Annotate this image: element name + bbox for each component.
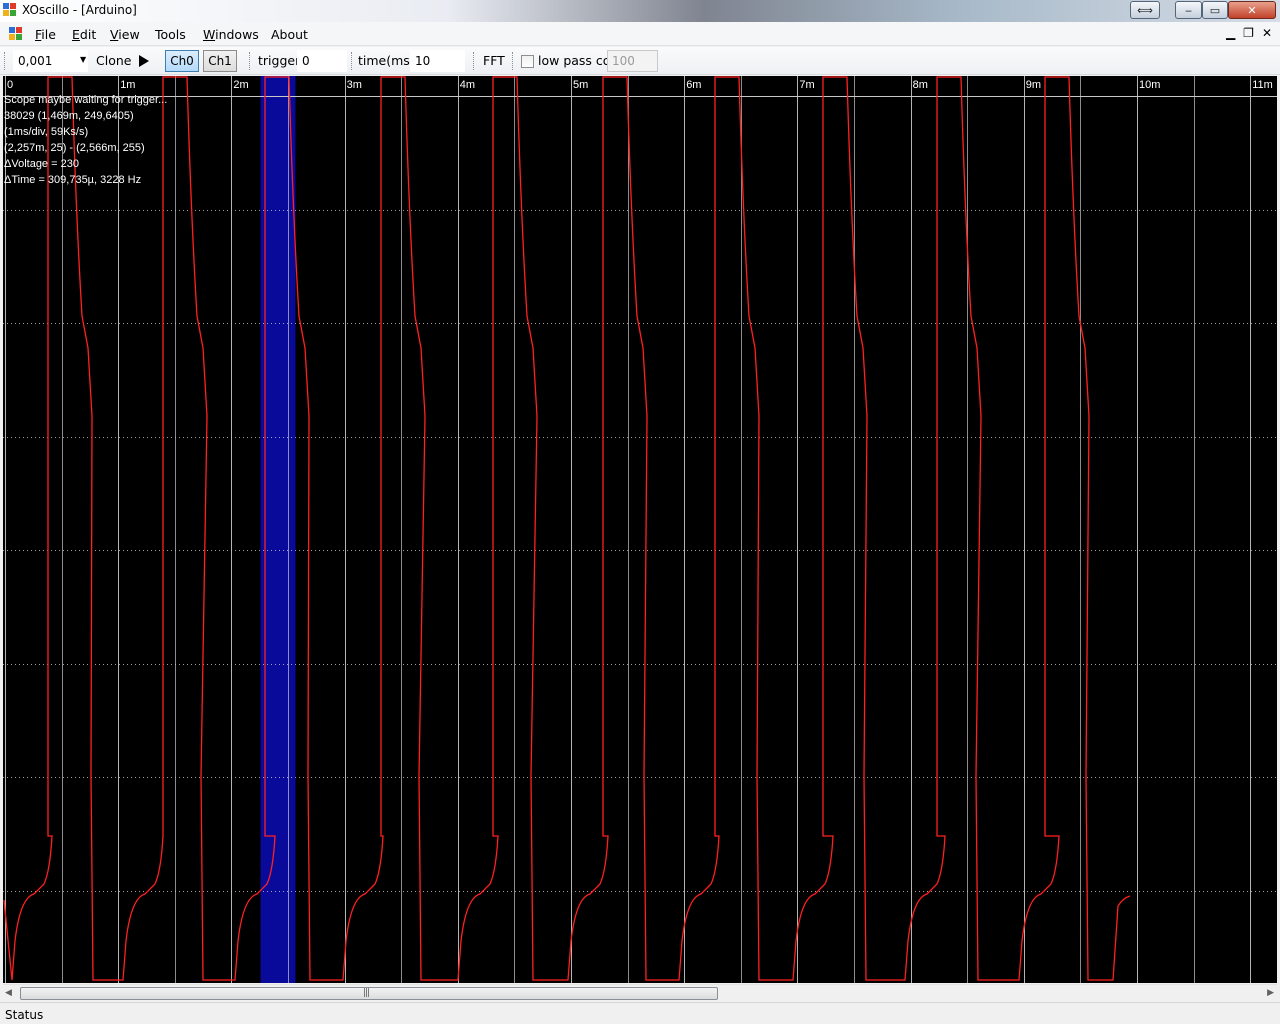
scope-plot[interactable]: 0 1m 2m 3m 4m 5m 6m 7m 8m 9m 10m 11m (3, 76, 1277, 983)
time-tick-label: 8m (913, 79, 928, 91)
menu-edit[interactable]: Edit (72, 27, 96, 42)
clone-button[interactable]: Clone (96, 53, 131, 68)
scope-display[interactable]: 0 1m 2m 3m 4m 5m 6m 7m 8m 9m 10m 11m Scope maybe wa… (3, 76, 1277, 983)
info-rate: (1ms/div, 59Ks/s) (4, 126, 89, 138)
scroll-right-icon[interactable]: ▶ (1267, 988, 1274, 998)
selection-band (260, 76, 296, 983)
time-label: time(ms) (358, 53, 415, 68)
lowpass-label: low pass cof (538, 53, 615, 68)
chevron-down-icon[interactable]: ▼ (80, 55, 86, 64)
menu-about[interactable]: About (271, 27, 308, 42)
scroll-left-icon[interactable]: ◀ (5, 988, 12, 998)
toolbar-separator (351, 52, 353, 70)
resize-icon[interactable]: ⟺ (1130, 1, 1160, 19)
time-tick-label: 4m (460, 79, 475, 91)
time-tick-label: 3m (347, 79, 362, 91)
trigger-label: trigger (258, 53, 301, 68)
ch0-button[interactable]: Ch0 (165, 50, 199, 72)
toolbar: 0,001 ▼ Clone Ch0 Ch1 trigger 0 time(ms)… (0, 47, 1280, 75)
mdi-minimize-icon[interactable]: ▁ (1226, 26, 1235, 40)
trigger-value: 0 (302, 54, 310, 68)
window-title: XOscillo - [Arduino] (22, 3, 137, 17)
app-window: XOscillo - [Arduino] ⟺ ‒ ▭ ✕ File Edit V… (0, 0, 1280, 1024)
app-icon (3, 3, 19, 19)
menu-tools[interactable]: Tools (155, 27, 186, 42)
toolbar-separator (473, 52, 475, 70)
mdi-controls: ▁ ❐ ✕ (1226, 26, 1272, 40)
info-range: (2,257m, 25) - (2,566m, 255) (4, 142, 145, 154)
ch1-button[interactable]: Ch1 (203, 50, 237, 72)
info-sample: 38029 (1,469m, 249,6405) (4, 110, 134, 122)
menu-view[interactable]: View (110, 27, 140, 42)
scope-info: Scope maybe waiting for trigger... 38029… (4, 92, 167, 188)
zoom-combo[interactable]: 0,001 (13, 50, 88, 72)
lowpass-input[interactable]: 100 (607, 50, 658, 72)
time-tick-label: 0 (7, 79, 13, 91)
fft-button[interactable]: FFT (483, 53, 505, 68)
trigger-input[interactable]: 0 (297, 50, 347, 72)
time-tick-label: 10m (1139, 79, 1160, 91)
lowpass-checkbox[interactable] (521, 55, 534, 68)
close-button[interactable]: ✕ (1228, 1, 1276, 19)
toolbar-separator (512, 52, 514, 70)
mdi-restore-icon[interactable]: ❐ (1243, 26, 1254, 40)
info-status: Scope maybe waiting for trigger... (4, 94, 168, 106)
menu-bar: File Edit View Tools Windows About ▁ ❐ ✕ (0, 22, 1280, 46)
menu-windows[interactable]: Windows (203, 27, 259, 42)
scroll-thumb[interactable]: ||| (20, 987, 718, 1000)
grip-icon: ||| (363, 988, 370, 998)
lowpass-value: 100 (612, 54, 635, 68)
time-tick-label: 9m (1026, 79, 1041, 91)
time-tick-label: 1m (120, 79, 135, 91)
zoom-value: 0,001 (18, 54, 53, 68)
title-bar[interactable]: XOscillo - [Arduino] ⟺ ‒ ▭ ✕ (0, 0, 1280, 22)
time-tick-label: 11m (1252, 79, 1273, 91)
play-icon[interactable] (139, 55, 149, 67)
time-tick-label: 6m (686, 79, 701, 91)
info-delta-time: ΔTime = 309,735µ, 3228 Hz (4, 174, 142, 186)
time-tick-label: 5m (573, 79, 588, 91)
status-bar: Status (0, 1002, 1280, 1024)
time-input[interactable]: 10 (410, 50, 465, 72)
mdi-child-icon[interactable] (9, 27, 23, 41)
toolbar-separator (249, 52, 251, 70)
channel-0-trace (3, 76, 1131, 981)
horizontal-scrollbar[interactable]: ◀ ||| ▶ (3, 984, 1277, 1001)
time-value: 10 (415, 54, 431, 68)
info-delta-voltage: ΔVoltage = 230 (4, 158, 79, 170)
time-tick-label: 2m (233, 79, 248, 91)
toolbar-grip[interactable] (4, 52, 6, 70)
status-text: Status (5, 1008, 44, 1022)
time-tick-label: 7m (799, 79, 814, 91)
minimize-button[interactable]: ‒ (1175, 1, 1202, 19)
maximize-button[interactable]: ▭ (1202, 1, 1228, 19)
mdi-close-icon[interactable]: ✕ (1262, 26, 1272, 40)
menu-file[interactable]: File (35, 27, 56, 42)
